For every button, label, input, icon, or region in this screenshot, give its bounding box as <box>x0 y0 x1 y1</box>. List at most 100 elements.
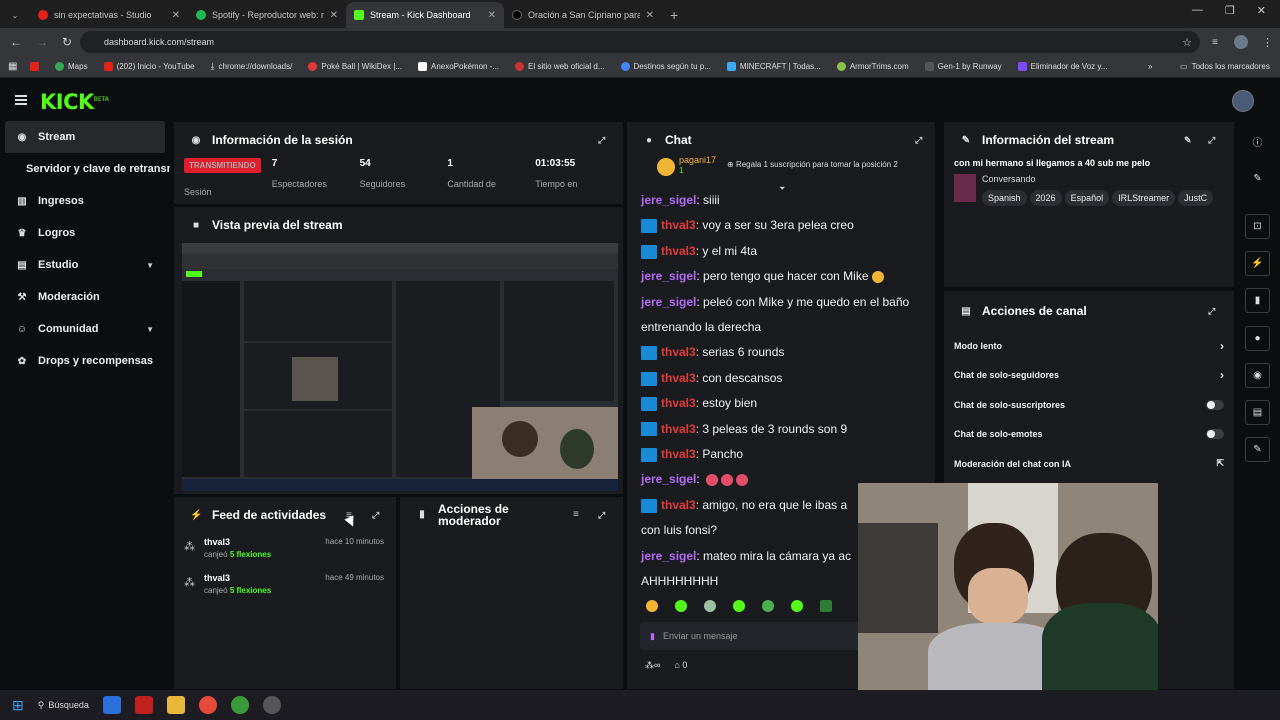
filter-icon[interactable]: ≡ <box>573 509 579 521</box>
chat-username[interactable]: jere_sigel <box>641 472 696 486</box>
bookmark-sitio[interactable]: El sitio web oficial d... <box>515 62 605 71</box>
bookmark-runway[interactable]: Gen-1 by Runway <box>924 62 1002 71</box>
category-thumbnail[interactable] <box>954 174 976 202</box>
activity-user[interactable]: thval3 <box>204 573 271 583</box>
expand-icon[interactable]: ⤢ <box>915 135 922 146</box>
media-icon[interactable]: ≡ <box>1212 37 1218 48</box>
broadcast-icon[interactable]: ◉ <box>1245 363 1270 388</box>
chat-username[interactable]: thval3 <box>661 422 696 436</box>
stream-tag[interactable]: IRLStreamer <box>1112 190 1176 206</box>
focus-icon[interactable]: ⊡ <box>1245 214 1270 239</box>
gifter-avatar[interactable] <box>657 158 675 176</box>
tab-search-icon[interactable]: ⌄ <box>0 2 30 28</box>
chrome-profile-icon[interactable] <box>230 696 249 714</box>
sidebar-item-stream[interactable]: ◉ Stream <box>5 121 165 153</box>
chat-username[interactable]: jere_sigel <box>641 549 696 563</box>
shield-icon[interactable]: ▮ <box>1245 288 1270 313</box>
edit-icon[interactable]: ✎ <box>1184 135 1192 146</box>
bookmark-voz[interactable]: Eliminador de Voz y... <box>1017 62 1107 71</box>
chat-username[interactable]: thval3 <box>661 244 696 258</box>
kick-logo[interactable]: KICKBETA <box>40 90 109 114</box>
emote-icon[interactable] <box>791 600 803 612</box>
channel-action-slow-mode[interactable]: Modo lento › <box>944 331 1234 361</box>
file-explorer-icon[interactable] <box>166 696 185 714</box>
emote-icon[interactable] <box>820 600 832 612</box>
stream-tag[interactable]: 2026 <box>1029 190 1062 206</box>
expand-icon[interactable]: ⤢ <box>1208 306 1215 317</box>
lightning-icon[interactable]: ⚡ <box>1245 251 1270 276</box>
bookmark-youtube-mini[interactable] <box>30 62 39 71</box>
bookmark-destinos[interactable]: Destinos según tu p... <box>620 62 711 71</box>
profile-avatar-icon[interactable] <box>1234 35 1248 49</box>
chat-username[interactable]: thval3 <box>661 447 696 461</box>
scroll-down-icon[interactable]: ⏷ <box>779 184 785 194</box>
chat-settings-icon[interactable]: ⁂∞ <box>645 660 660 671</box>
channel-icon[interactable]: ▤ <box>1245 400 1270 425</box>
pencil-icon[interactable]: ✎ <box>1245 166 1270 191</box>
chat-username[interactable]: jere_sigel <box>641 295 696 309</box>
chat-username[interactable]: jere_sigel <box>641 269 696 283</box>
stream-tag[interactable]: Español <box>1064 190 1110 206</box>
close-window-icon[interactable]: ✕ <box>1257 4 1266 17</box>
close-tab-icon[interactable]: ✕ <box>646 10 654 21</box>
bookmark-wikidex[interactable]: Poké Ball | WikiDex |... <box>308 62 402 71</box>
close-tab-icon[interactable]: ✕ <box>172 10 180 21</box>
close-tab-icon[interactable]: ✕ <box>330 10 338 21</box>
stream-tag[interactable]: JustC <box>1178 190 1214 206</box>
browser-tab-tiktok[interactable]: Oración a San Cipriano para At ✕ <box>504 2 662 28</box>
channel-action-followers-only[interactable]: Chat de solo-seguidores › <box>944 361 1234 391</box>
kebab-menu-icon[interactable]: ⋮ <box>1262 36 1273 49</box>
expand-icon[interactable]: ⤢ <box>372 510 379 521</box>
taskview-icon[interactable] <box>102 696 121 714</box>
emote-icon[interactable] <box>675 600 687 612</box>
gift-prompt[interactable]: ⊕ Regala 1 suscripción para tomar la pos… <box>727 160 898 169</box>
channel-action-ai-moderation[interactable]: Moderación del chat con IA ⇱ <box>944 449 1234 479</box>
forward-icon[interactable]: → <box>36 35 48 49</box>
browser-tab-studio[interactable]: sin expectativas - Studio ✕ <box>30 2 188 28</box>
browser-tab-spotify[interactable]: Spotify - Reproductor web: mú ✕ <box>188 2 346 28</box>
subs-only-toggle[interactable] <box>1206 399 1224 410</box>
chat-username[interactable]: thval3 <box>661 218 696 232</box>
minimize-icon[interactable]: — <box>1192 4 1203 17</box>
browser-tab-kick[interactable]: Stream - Kick Dashboard ✕ <box>346 2 504 28</box>
activity-user[interactable]: thval3 <box>204 537 271 547</box>
bookmark-armortrims[interactable]: ArmorTrims.com <box>836 62 909 71</box>
chat-username[interactable]: thval3 <box>661 371 696 385</box>
url-bar[interactable]: dashboard.kick.com/stream ☆ <box>80 31 1200 53</box>
bookmark-maps[interactable]: Maps <box>55 62 88 71</box>
hamburger-menu-icon[interactable] <box>15 95 27 105</box>
windows-start-icon[interactable]: ⊞ <box>12 697 24 714</box>
sidebar-item-logros[interactable]: ♛ Logros <box>0 217 170 249</box>
chat-bubble-icon[interactable]: ● <box>1245 326 1270 351</box>
emote-icon[interactable] <box>646 600 658 612</box>
sidebar-item-server-key[interactable]: Servidor y clave de retransmisión <box>0 153 170 185</box>
more-bookmarks-icon[interactable]: » <box>1148 62 1152 71</box>
taskbar-search[interactable]: ⚲ Búsqueda <box>38 700 89 711</box>
user-avatar[interactable] <box>1232 90 1254 112</box>
info-icon[interactable]: ⓘ <box>1245 129 1270 154</box>
chat-username[interactable]: thval3 <box>661 345 696 359</box>
close-tab-icon[interactable]: ✕ <box>488 10 496 21</box>
chrome-icon[interactable] <box>198 696 217 714</box>
emote-icon[interactable] <box>762 600 774 612</box>
reload-icon[interactable]: ↻ <box>62 35 72 49</box>
bookmark-star-icon[interactable]: ☆ <box>1182 36 1192 49</box>
bookmark-youtube[interactable]: (202) Inicio - YouTube <box>103 62 195 71</box>
points-balance[interactable]: ⌂ 0 <box>674 660 687 671</box>
sidebar-item-estudio[interactable]: ▤ Estudio ▼ <box>0 249 170 281</box>
expand-icon[interactable]: ⤢ <box>598 135 605 146</box>
obs-icon[interactable] <box>262 696 281 714</box>
sidebar-item-comunidad[interactable]: ☺ Comunidad ▼ <box>0 313 170 345</box>
emote-icon[interactable] <box>704 600 716 612</box>
apps-grid-icon[interactable]: ▦ <box>8 61 17 72</box>
sidebar-item-drops[interactable]: ✿ Drops y recompensas <box>0 345 170 377</box>
back-icon[interactable]: ← <box>10 35 22 49</box>
bookmark-minecraft[interactable]: MINECRAFT | Todas... <box>726 62 821 71</box>
maximize-icon[interactable]: ❐ <box>1225 4 1235 17</box>
bookmark-anexo[interactable]: AnexoPokémon -... <box>417 62 499 71</box>
wrench-icon[interactable]: ✎ <box>1245 437 1270 462</box>
new-tab-button[interactable]: + <box>662 7 686 28</box>
expand-icon[interactable]: ⤢ <box>598 509 605 521</box>
emote-icon[interactable] <box>733 600 745 612</box>
sidebar-item-ingresos[interactable]: ▥ Ingresos <box>0 185 170 217</box>
